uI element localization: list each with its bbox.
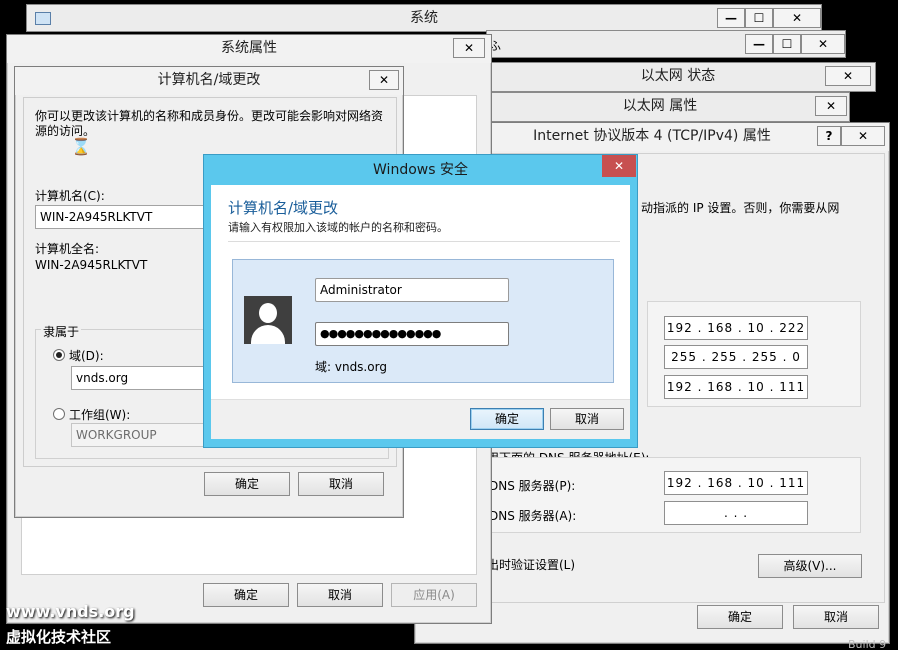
dns-preferred-field[interactable]: 192 . 168 . 10 . 111 <box>664 471 808 495</box>
full-name-value: WIN-2A945RLKTVT <box>35 258 148 272</box>
apply-button[interactable]: 应用(A) <box>391 583 477 607</box>
watermark-url: www.vnds.org <box>6 602 135 621</box>
ethernet-status-title: 以太网 状态 <box>640 68 716 84</box>
cancel-button[interactable]: 取消 <box>298 472 384 496</box>
close-button[interactable]: ✕ <box>773 8 821 28</box>
watermark-site-name: 虚拟化技术社区 <box>6 628 112 646</box>
help-button[interactable]: ? <box>817 126 841 146</box>
close-button[interactable]: ✕ <box>841 126 885 146</box>
maximize-button[interactable]: ☐ <box>773 34 801 54</box>
security-subtext: 请输入有权限加入该域的帐户的名称和密码。 <box>228 221 448 234</box>
system-properties-title: 系统属性 <box>7 35 491 63</box>
username-input[interactable]: Administrator <box>315 278 509 302</box>
cancel-button[interactable]: 取消 <box>793 605 879 629</box>
gateway-field[interactable]: 192 . 168 . 10 . 111 <box>664 375 808 399</box>
full-name-label: 计算机全名: <box>35 242 100 256</box>
credential-tile: Administrator ●●●●●●●●●●●●●● 域: vnds.org <box>232 259 614 383</box>
workgroup-radio-label[interactable]: 工作组(W): <box>69 406 130 423</box>
dns-preferred-label: DNS 服务器(P): <box>489 479 576 493</box>
close-button[interactable]: ✕ <box>825 66 871 86</box>
ethernet-properties-window: 以太网 属性 ✕ <box>470 92 850 122</box>
advanced-button[interactable]: 高级(V)... <box>758 554 862 578</box>
close-button[interactable]: ✕ <box>602 155 636 177</box>
control-panel-window: ふ — ☐ ✕ <box>486 30 846 58</box>
subnet-mask-field[interactable]: 255 . 255 . 255 . 0 <box>664 345 808 369</box>
close-button[interactable]: ✕ <box>453 38 485 58</box>
security-dialog-title: Windows 安全 <box>373 162 468 178</box>
ok-button[interactable]: 确定 <box>470 408 544 430</box>
system-window-title: 系统 <box>410 10 438 26</box>
user-avatar-icon <box>244 296 292 344</box>
security-heading: 计算机名/域更改 <box>228 199 339 217</box>
domain-label: 域: vnds.org <box>315 360 387 374</box>
ip-address-field[interactable]: 192 . 168 . 10 . 222 <box>664 316 808 340</box>
windows-security-dialog: Windows 安全 ✕ 计算机名/域更改 请输入有权限加入该域的帐户的名称和密… <box>203 154 638 448</box>
security-dialog-body: 计算机名/域更改 请输入有权限加入该域的帐户的名称和密码。 Administra… <box>211 185 630 439</box>
build-corner-text: Build 9 <box>848 638 887 650</box>
close-button[interactable]: ✕ <box>801 34 845 54</box>
minimize-button[interactable]: — <box>717 8 745 28</box>
ipv4-description: 动指派的 IP 设置。否则，你需要从网 <box>641 201 840 215</box>
close-button[interactable]: ✕ <box>815 96 847 116</box>
dns-alternate-field[interactable]: . . . <box>664 501 808 525</box>
domain-radio[interactable] <box>53 349 65 361</box>
computer-name-title: 计算机名/域更改 <box>15 67 403 95</box>
computer-name-description: 你可以更改该计算机的名称和成员身份。更改可能会影响对网络资源的访问。 <box>35 109 384 138</box>
ethernet-properties-title: 以太网 属性 <box>622 98 698 114</box>
minimize-button[interactable]: — <box>745 34 773 54</box>
password-input[interactable]: ●●●●●●●●●●●●●● <box>315 322 509 346</box>
member-of-label: 隶属于 <box>41 323 82 340</box>
dns-alternate-label: DNS 服务器(A): <box>489 509 577 523</box>
cancel-button[interactable]: 取消 <box>297 583 383 607</box>
domain-radio-label[interactable]: 域(D): <box>69 347 104 364</box>
ok-button[interactable]: 确定 <box>697 605 783 629</box>
computer-name-label: 计算机名(C): <box>35 189 105 203</box>
separator <box>228 241 620 242</box>
system-window: 系统 — ☐ ✕ <box>26 4 822 32</box>
ok-button[interactable]: 确定 <box>204 472 290 496</box>
hourglass-icon: ⌛ <box>71 137 91 156</box>
maximize-button[interactable]: ☐ <box>745 8 773 28</box>
ok-button[interactable]: 确定 <box>203 583 289 607</box>
close-button[interactable]: ✕ <box>369 70 399 90</box>
cancel-button[interactable]: 取消 <box>550 408 624 430</box>
validate-settings-label[interactable]: 出时验证设置(L) <box>487 556 575 573</box>
ethernet-status-window: 以太网 状态 ✕ <box>480 62 876 92</box>
workgroup-radio[interactable] <box>53 408 65 420</box>
